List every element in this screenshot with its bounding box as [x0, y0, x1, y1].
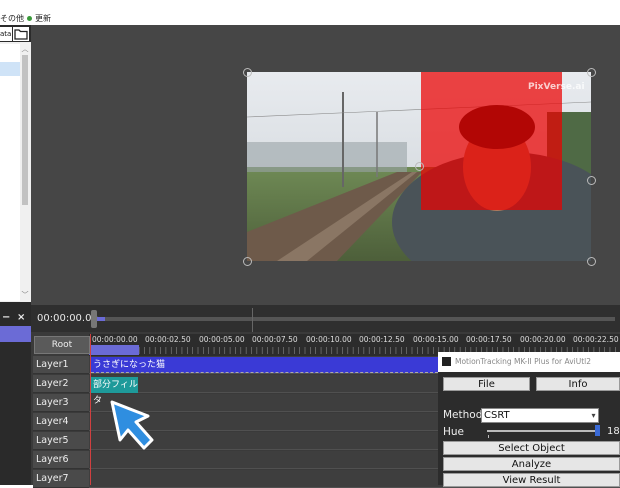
tracking-box[interactable]	[421, 72, 562, 210]
scroll-down-icon[interactable]: ﹀	[20, 290, 30, 300]
hue-label: Hue	[443, 426, 465, 438]
plugin-title: MotionTracking MK-II Plus for AviUtl2	[455, 357, 591, 366]
menu-item-other[interactable]: その他	[0, 13, 24, 24]
resize-handle-r[interactable]	[587, 176, 596, 185]
playhead-line	[90, 334, 91, 485]
layer-header-6[interactable]: Layer6	[33, 451, 89, 469]
hue-slider-tick	[488, 435, 489, 438]
root-button[interactable]: Root	[34, 336, 90, 354]
select-object-button[interactable]: Select Object	[443, 441, 620, 455]
file-panel-tab[interactable]: ata	[0, 27, 12, 41]
file-button[interactable]: File	[443, 377, 530, 391]
hue-slider-thumb[interactable]	[595, 425, 600, 436]
seek-track[interactable]	[95, 317, 615, 321]
layer-header-4[interactable]: Layer4	[33, 413, 89, 431]
layer-header-3[interactable]: Layer3	[33, 394, 89, 412]
current-time: 00:00:00.00	[37, 313, 98, 324]
ruler-label: 00:00:10.00	[306, 335, 352, 344]
ruler-label: 00:00:17.50	[466, 335, 512, 344]
info-button[interactable]: Info	[536, 377, 620, 391]
hue-value: 180	[607, 426, 620, 437]
layer-header-7[interactable]: Layer7	[33, 470, 89, 488]
analyze-button[interactable]: Analyze	[443, 457, 620, 471]
chevron-down-icon[interactable]: ▾	[588, 408, 599, 423]
menu-item-update-label: 更新	[35, 14, 51, 23]
resize-handle-tl[interactable]	[243, 68, 252, 77]
ruler-label: 00:00:12.50	[359, 335, 405, 344]
layer-header-2[interactable]: Layer2	[33, 375, 89, 393]
file-list-selected-row[interactable]	[0, 62, 20, 76]
file-list[interactable]	[0, 44, 21, 301]
plugin-app-icon	[442, 357, 451, 366]
plugin-title-bar[interactable]: MotionTracking MK-II Plus for AviUtl2	[438, 352, 620, 372]
method-select[interactable]: CSRT	[481, 408, 599, 423]
hue-slider[interactable]	[487, 430, 600, 432]
scroll-up-icon[interactable]: ︿	[20, 44, 30, 54]
ruler-label: 00:00:20.00	[520, 335, 566, 344]
panel-minimize-button[interactable]: −	[2, 312, 10, 323]
ruler-label: 00:00:02.50	[145, 335, 191, 344]
menu-item-update[interactable]: 更新	[27, 13, 51, 24]
pointer-arrow-icon	[106, 398, 156, 453]
ruler-label: 00:00:05.00	[199, 335, 245, 344]
resize-handle-tr[interactable]	[587, 68, 596, 77]
timeline-clip-filter[interactable]: 部分フィルタ	[91, 377, 138, 406]
menu-bar: その他 更新	[0, 0, 620, 25]
timeline-clip-video[interactable]: うさぎになった猫	[91, 357, 438, 373]
layer-header-5[interactable]: Layer5	[33, 432, 89, 450]
layer-header-1[interactable]: Layer1	[33, 356, 89, 374]
file-list-scroll-thumb[interactable]	[22, 55, 28, 205]
object-panel-selected-item[interactable]	[0, 326, 31, 342]
resize-handle-bl[interactable]	[243, 257, 252, 266]
method-label: Method	[443, 409, 483, 421]
ruler-selection[interactable]	[89, 345, 139, 355]
ruler-label: 00:00:15.00	[413, 335, 459, 344]
seek-knob[interactable]	[91, 310, 97, 328]
update-status-icon	[27, 16, 32, 21]
seek-marker	[252, 308, 253, 332]
panel-close-button[interactable]: ×	[17, 312, 25, 323]
ruler-label: 00:00:07.50	[252, 335, 298, 344]
ruler-label: 00:00:22.50	[573, 335, 619, 344]
center-handle[interactable]	[415, 162, 424, 171]
folder-icon[interactable]	[13, 27, 29, 41]
ruler-label: 00:00:00.00	[92, 335, 138, 344]
watermark: PixVerse.ai	[528, 82, 585, 92]
resize-handle-br[interactable]	[587, 257, 596, 266]
